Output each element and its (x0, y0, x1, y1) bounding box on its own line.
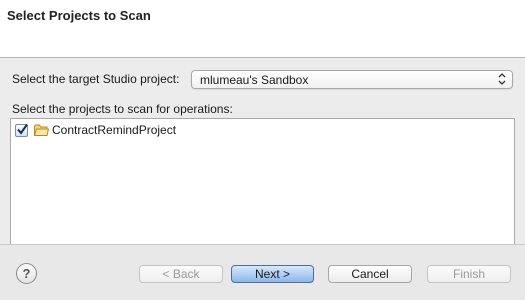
help-icon[interactable]: ? (16, 263, 37, 284)
target-project-value: mlumeau's Sandbox (200, 73, 309, 87)
target-project-row: Select the target Studio project: mlumea… (12, 70, 514, 89)
wizard-body: Select the target Studio project: mlumea… (0, 58, 525, 296)
folder-icon (33, 124, 50, 136)
target-project-select[interactable]: mlumeau's Sandbox (191, 70, 513, 89)
projects-list-label: Select the projects to scan for operatio… (12, 102, 233, 116)
checkbox-checked-icon[interactable] (15, 123, 28, 137)
finish-button[interactable]: Finish (427, 265, 511, 283)
wizard-header: Select Projects to Scan (0, 0, 525, 58)
cancel-button[interactable]: Cancel (328, 265, 412, 283)
page-title: Select Projects to Scan (7, 8, 151, 23)
target-project-label: Select the target Studio project: (12, 72, 180, 86)
next-button[interactable]: Next > (231, 265, 314, 283)
back-button[interactable]: < Back (139, 265, 223, 283)
wizard-footer: ? < Back Next > Cancel Finish (0, 244, 525, 300)
project-label: ContractRemindProject (52, 123, 177, 137)
select-arrows-icon (498, 72, 506, 86)
list-item[interactable]: ContractRemindProject (15, 122, 176, 138)
